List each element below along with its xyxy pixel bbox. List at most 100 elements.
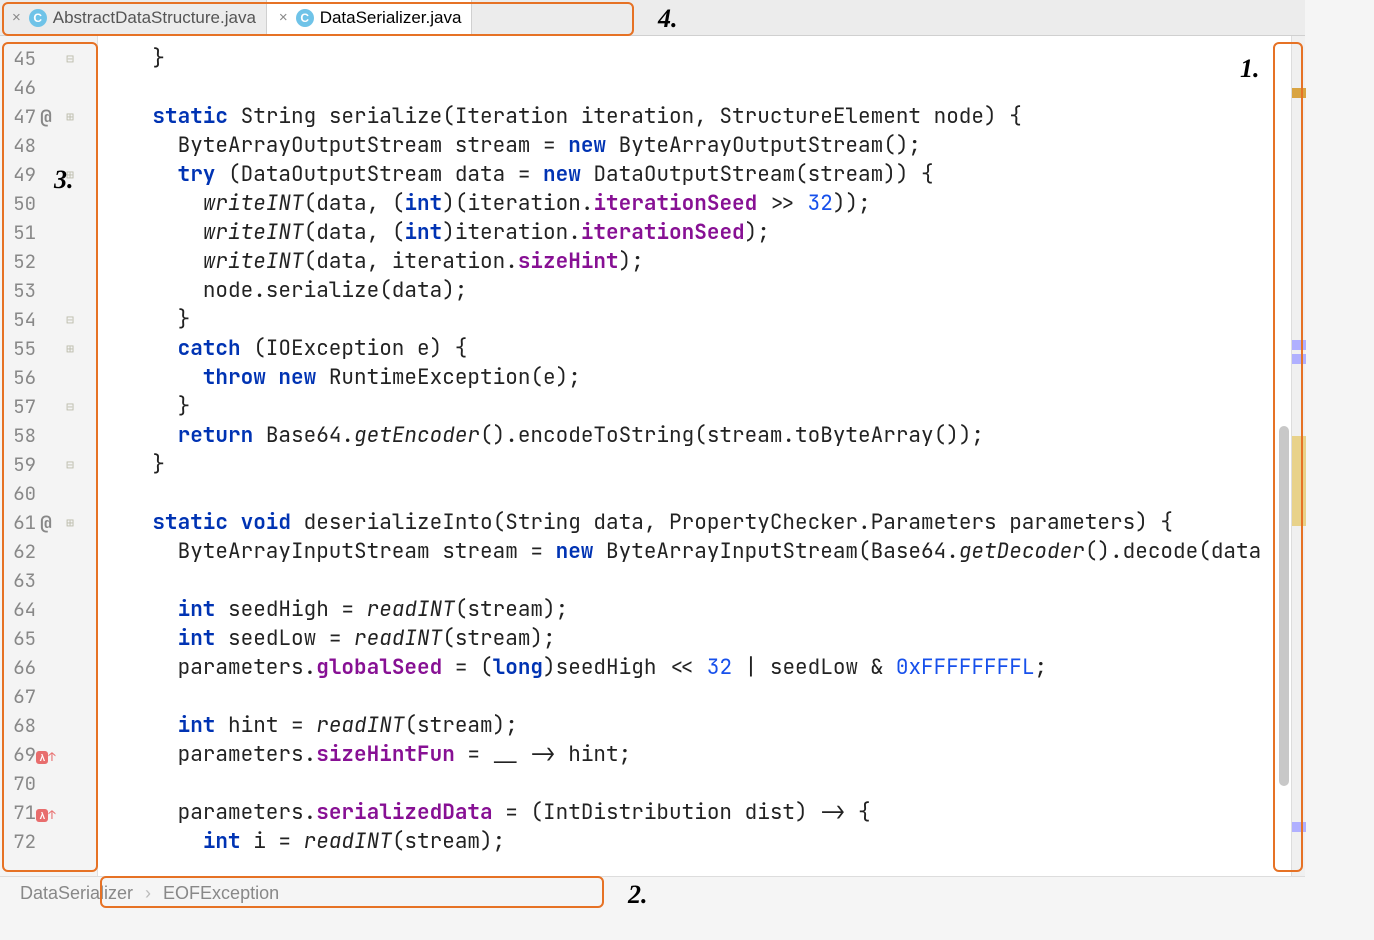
error-stripe[interactable] [1291,36,1305,876]
code-line[interactable]: return Base64.getEncoder().encodeToStrin… [102,421,1291,450]
code-line[interactable] [102,73,1291,102]
code-line[interactable]: ByteArrayOutputStream stream = new ByteA… [102,131,1291,160]
scrollbar-thumb[interactable] [1279,426,1289,786]
code-line[interactable]: ByteArrayInputStream stream = new ByteAr… [102,537,1291,566]
gutter-line[interactable]: 71λ↑ [0,798,97,827]
line-number: 70 [6,771,36,796]
code-line[interactable] [102,769,1291,798]
gutter-line[interactable]: 48 [0,131,97,160]
fold-icon[interactable]: ⊟ [56,398,84,415]
error-stripe-mark[interactable] [1292,340,1306,350]
callout-3-label: 3. [54,165,74,195]
gutter-line[interactable]: 53 [0,276,97,305]
line-number: 59 [6,452,36,477]
gutter[interactable]: 45⊟4647@⊞4849⊞5051525354⊟55⊞5657⊟5859⊟60… [0,36,98,876]
line-number: 56 [6,365,36,390]
gutter-line[interactable]: 49⊞ [0,160,97,189]
code-line[interactable]: try (DataOutputStream data = new DataOut… [102,160,1291,189]
code-line[interactable]: parameters.globalSeed = (long)seedHigh <… [102,653,1291,682]
line-number: 63 [6,568,36,593]
error-stripe-mark[interactable] [1292,436,1306,526]
code-line[interactable]: writeINT(data, (int)iteration.iterationS… [102,218,1291,247]
gutter-line[interactable]: 63 [0,566,97,595]
gutter-line[interactable]: 62 [0,537,97,566]
gutter-line[interactable]: 72 [0,827,97,856]
gutter-line[interactable]: 46 [0,73,97,102]
line-number: 47 [6,104,36,129]
gutter-line[interactable]: 57⊟ [0,392,97,421]
code-line[interactable]: writeINT(data, (int)(iteration.iteration… [102,189,1291,218]
gutter-line[interactable]: 54 ⊟ [0,305,97,334]
error-stripe-mark[interactable] [1292,822,1306,832]
gutter-line[interactable]: 68 [0,711,97,740]
code-line[interactable] [102,479,1291,508]
gutter-line[interactable]: 60 [0,479,97,508]
gutter-line[interactable]: 47@⊞ [0,102,97,131]
gutter-line[interactable]: 64 [0,595,97,624]
gutter-line[interactable]: 65 [0,624,97,653]
gutter-line[interactable]: 67 [0,682,97,711]
error-stripe-mark[interactable] [1292,88,1306,98]
code-line[interactable] [102,566,1291,595]
fold-icon[interactable]: ⊞ [56,514,84,531]
tab-label: AbstractDataStructure.java [53,8,256,28]
code-line[interactable]: catch (IOException e) { [102,334,1291,363]
code-line[interactable]: static void deserializeInto(String data,… [102,508,1291,537]
code-line[interactable]: } [102,450,1291,479]
line-number: 66 [6,655,36,680]
callout-2-label: 2. [628,880,648,910]
gutter-line[interactable]: 45⊟ [0,44,97,73]
gutter-line[interactable]: 50 [0,189,97,218]
gutter-line[interactable]: 58 [0,421,97,450]
gutter-line[interactable]: 66 [0,653,97,682]
gutter-annotation-icon[interactable]: @ [36,104,56,129]
breadcrumb-item[interactable]: DataSerializer [20,883,133,904]
code-line[interactable]: int seedLow = readINT(stream); [102,624,1291,653]
code-line[interactable]: throw new RuntimeException(e); [102,363,1291,392]
code-line[interactable]: parameters.sizeHintFun = __ -> hint; [102,740,1291,769]
code-line[interactable]: writeINT(data, iteration.sizeHint); [102,247,1291,276]
close-icon[interactable]: × [10,9,23,26]
gutter-line[interactable]: 55⊞ [0,334,97,363]
gutter-annotation-icon[interactable]: @ [36,510,56,535]
fold-icon[interactable]: ⊞ [56,340,84,357]
line-number: 65 [6,626,36,651]
tab-abstract-data-structure[interactable]: × C AbstractDataStructure.java [0,0,267,35]
fold-icon[interactable]: ⊞ [56,108,84,125]
fold-icon[interactable]: ⊟ [56,456,84,473]
gutter-line[interactable]: 51 [0,218,97,247]
tab-bar: × C AbstractDataStructure.java × C DataS… [0,0,1305,36]
code-line[interactable]: } [102,392,1291,421]
fold-icon[interactable]: ⊟ [56,311,84,328]
gutter-line[interactable]: 61@⊞ [0,508,97,537]
code-area[interactable]: } static String serialize(Iteration iter… [98,36,1291,876]
line-number: 69 [6,742,36,767]
code-line[interactable]: int hint = readINT(stream); [102,711,1291,740]
gutter-line[interactable]: 56 [0,363,97,392]
gutter-line[interactable]: 70 [0,769,97,798]
tab-label: DataSerializer.java [320,8,462,28]
tab-data-serializer[interactable]: × C DataSerializer.java [267,0,473,35]
line-number: 54 [6,307,36,332]
code-line[interactable]: } [102,305,1291,334]
breadcrumb-bar: DataSerializer › EOFException [0,876,1305,910]
code-line[interactable]: int seedHigh = readINT(stream); [102,595,1291,624]
gutter-line[interactable]: 52 [0,247,97,276]
code-line[interactable]: static String serialize(Iteration iterat… [102,102,1291,131]
line-number: 52 [6,249,36,274]
gutter-line[interactable]: 59 ⊟ [0,450,97,479]
code-line[interactable]: parameters.serializedData = (IntDistribu… [102,798,1291,827]
gutter-annotation-icon[interactable]: λ↑ [36,742,56,767]
close-icon[interactable]: × [277,9,290,26]
code-line[interactable]: } [102,44,1291,73]
breadcrumb-item[interactable]: EOFException [163,883,279,904]
line-number: 58 [6,423,36,448]
error-stripe-mark[interactable] [1292,354,1306,364]
gutter-line[interactable]: 69λ↑ [0,740,97,769]
gutter-annotation-icon[interactable]: λ↑ [36,800,56,825]
fold-icon[interactable]: ⊟ [56,50,84,67]
code-line[interactable]: int i = readINT(stream); [102,827,1291,856]
code-line[interactable] [102,682,1291,711]
line-number: 61 [6,510,36,535]
code-line[interactable]: node.serialize(data); [102,276,1291,305]
